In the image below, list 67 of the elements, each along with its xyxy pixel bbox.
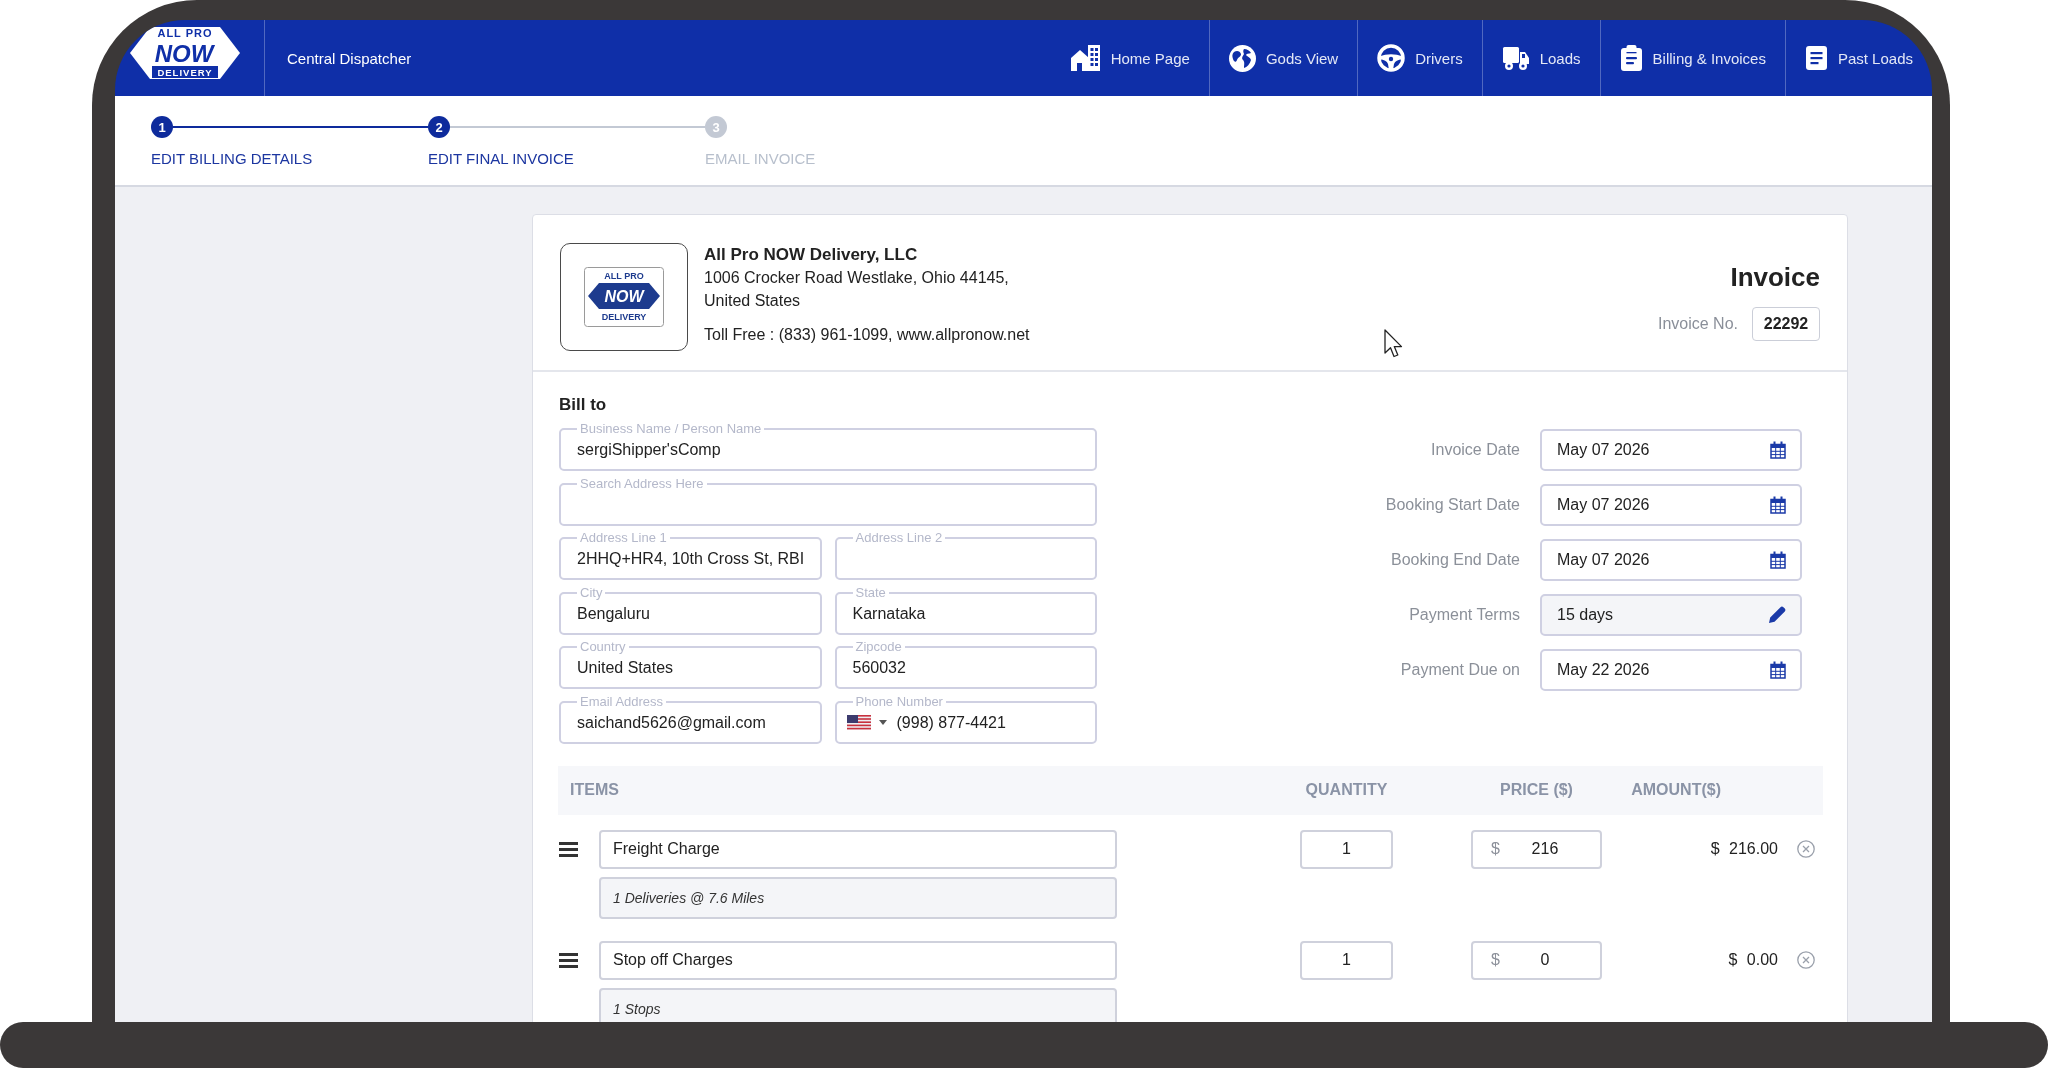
calendar-icon[interactable] bbox=[1770, 441, 1786, 459]
caret-icon[interactable] bbox=[878, 720, 887, 725]
clipboard-icon bbox=[1619, 44, 1643, 72]
truck-icon bbox=[1501, 45, 1530, 71]
phone-field[interactable]: Phone Number (998) 877-4421 bbox=[834, 694, 1097, 744]
field-label: Invoice Date bbox=[1431, 441, 1520, 459]
calendar-icon[interactable] bbox=[1770, 661, 1786, 679]
text-field[interactable]: Country United States bbox=[559, 640, 822, 689]
field-label: Booking End Date bbox=[1391, 551, 1520, 569]
company-name: All Pro NOW Delivery, LLC bbox=[704, 244, 918, 266]
calendar-icon[interactable] bbox=[1770, 496, 1786, 514]
text-field[interactable]: Zipcode 560032 bbox=[834, 640, 1097, 689]
invoice-number-label: Invoice No. bbox=[1657, 315, 1738, 333]
column-header: PRICE ($) bbox=[1500, 781, 1573, 799]
invoice-title: Invoice bbox=[1730, 262, 1820, 292]
calendar-icon[interactable] bbox=[1770, 551, 1786, 569]
item-description-field[interactable]: 1 Stops bbox=[599, 987, 1117, 1022]
item-name-field[interactable]: Freight Charge bbox=[599, 829, 1117, 869]
step-label: EDIT FINAL INVOICE bbox=[428, 150, 574, 168]
text-field[interactable]: Email Address saichand5626@gmail.com bbox=[559, 694, 822, 744]
step-indicator: 2 bbox=[428, 116, 450, 138]
step-indicator: 1 bbox=[151, 116, 173, 138]
column-header: AMOUNT($) bbox=[1631, 781, 1721, 799]
company-address: United States bbox=[704, 291, 801, 311]
date-field[interactable]: May 07 2026 bbox=[1540, 429, 1802, 471]
date-field[interactable]: May 07 2026 bbox=[1540, 539, 1802, 581]
menu-icon[interactable] bbox=[559, 952, 578, 968]
nav-link[interactable]: Home Page bbox=[1050, 20, 1209, 96]
invoice-number-field[interactable]: 22292 bbox=[1752, 307, 1820, 341]
pencil-icon[interactable] bbox=[1768, 606, 1786, 624]
payment-terms-field[interactable]: 15 days bbox=[1540, 594, 1802, 636]
flag-icon[interactable] bbox=[846, 715, 871, 730]
quantity-field[interactable]: 1 bbox=[1300, 829, 1393, 869]
price-field[interactable]: $ 216 bbox=[1471, 829, 1602, 869]
text-field[interactable]: Business Name / Person Name sergiShipper'sComp bbox=[559, 422, 1097, 471]
document-icon bbox=[1804, 45, 1828, 71]
step-label: EDIT BILLING DETAILS bbox=[151, 150, 313, 168]
amount-text: $ 216.00 bbox=[1710, 840, 1778, 858]
app-title: Central Dispatcher bbox=[287, 49, 412, 67]
steering-wheel-icon bbox=[1377, 44, 1406, 72]
company-contact: Toll Free : (833) 961-1099, www.allpronow.net bbox=[704, 325, 1030, 345]
field-label: Booking Start Date bbox=[1385, 496, 1520, 514]
step-indicator: 3 bbox=[705, 116, 727, 138]
date-field[interactable]: May 22 2026 bbox=[1540, 649, 1802, 691]
column-header: ITEMS bbox=[570, 781, 619, 799]
step-label: EMAIL INVOICE bbox=[705, 150, 816, 168]
text-field[interactable]: Address Line 1 2HHQ+HR4, 10th Cross St, RBI bbox=[559, 531, 822, 580]
field-label: Payment Terms bbox=[1409, 606, 1520, 624]
column-header: QUANTITY bbox=[1305, 781, 1388, 799]
section-heading: Bill to bbox=[559, 395, 607, 415]
price-field[interactable]: $ 0 bbox=[1471, 940, 1602, 980]
text-field[interactable]: City Bengaluru bbox=[559, 585, 822, 635]
globe-icon bbox=[1228, 44, 1256, 72]
close-icon[interactable] bbox=[1797, 840, 1815, 858]
text-field[interactable]: State Karnataka bbox=[834, 585, 1097, 635]
quantity-field[interactable]: 1 bbox=[1300, 940, 1393, 980]
company-address: 1006 Crocker Road Westlake, Ohio 44145, bbox=[704, 268, 1009, 288]
item-name-field[interactable]: Stop off Charges bbox=[599, 940, 1117, 980]
item-description-field[interactable]: 1 Deliveries @ 7.6 Miles bbox=[599, 876, 1117, 919]
cursor-icon bbox=[1384, 329, 1403, 358]
company-logo: ALL PRO NOW DELIVERY bbox=[584, 267, 664, 327]
field-label: Payment Due on bbox=[1400, 661, 1520, 679]
date-field[interactable]: May 07 2026 bbox=[1540, 484, 1802, 526]
close-icon[interactable] bbox=[1797, 951, 1815, 969]
amount-text: $ 0.00 bbox=[1728, 951, 1778, 969]
menu-icon[interactable] bbox=[559, 841, 578, 857]
house-icon bbox=[1069, 44, 1101, 72]
